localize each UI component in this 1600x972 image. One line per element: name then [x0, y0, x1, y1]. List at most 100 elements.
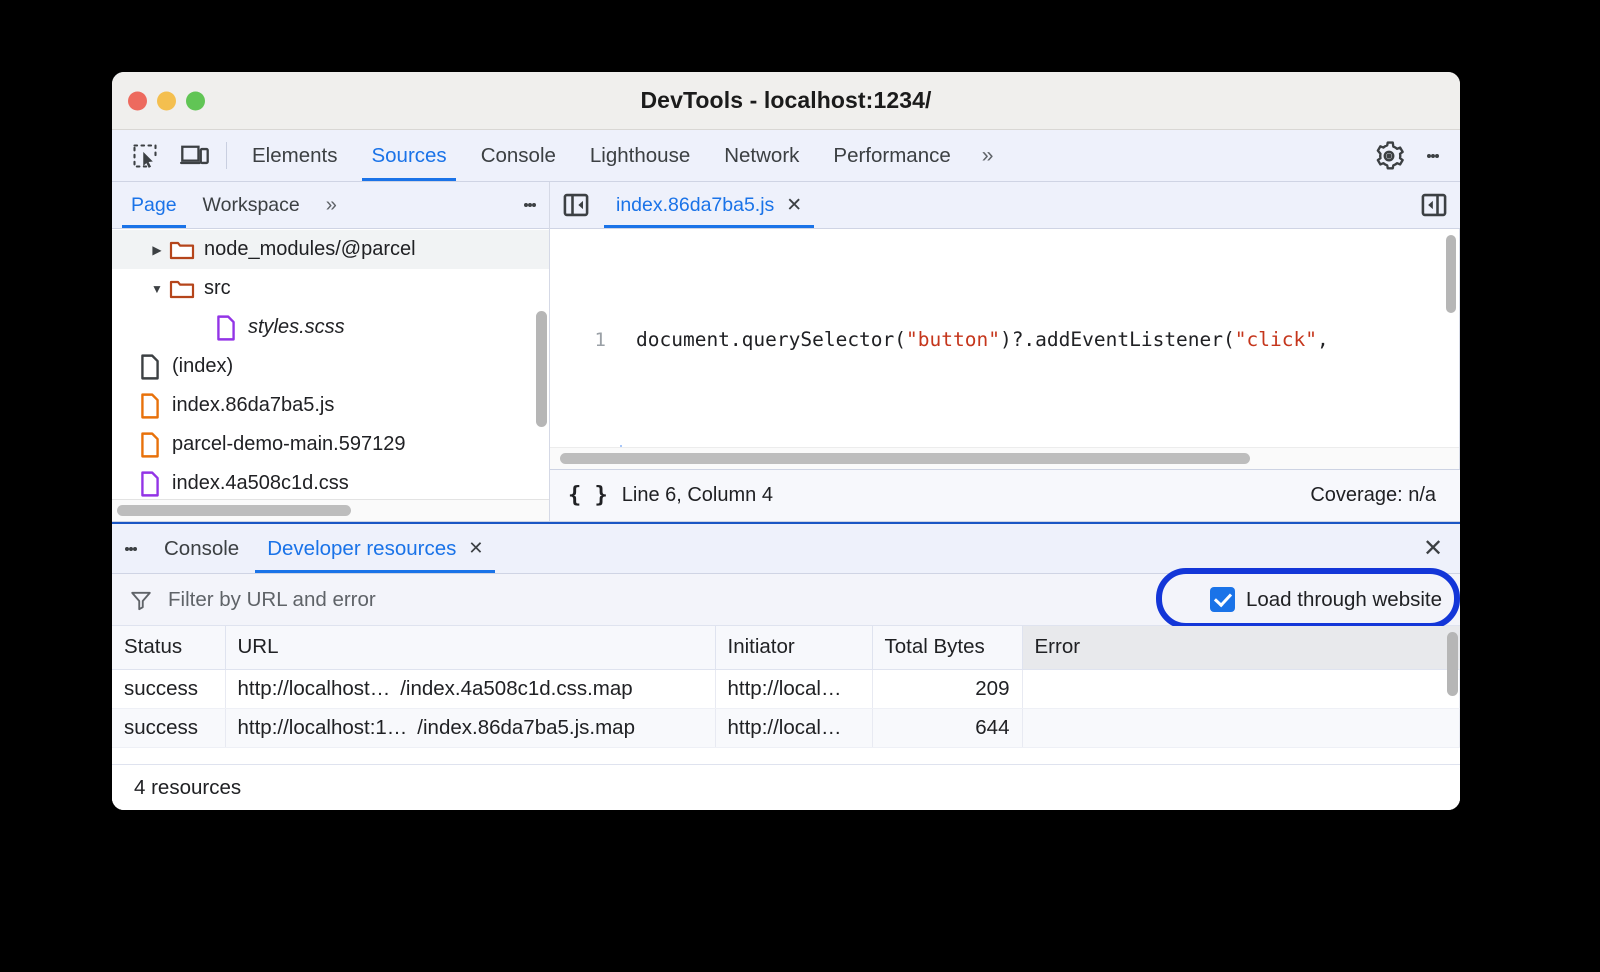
cell-total-bytes: 209	[872, 669, 1022, 708]
device-toolbar-icon[interactable]	[170, 130, 220, 181]
code-content: 1 document.querySelector("button")?.addE…	[550, 229, 1459, 469]
table-row[interactable]: success http://localhost… /index.4a508c1…	[112, 669, 1460, 708]
cell-error	[1022, 669, 1460, 708]
cell-initiator: http://local…	[715, 708, 872, 747]
tree-item-index[interactable]: (index)	[112, 347, 549, 386]
drawer-tabbar-spacer	[497, 524, 1406, 573]
file-tree-horizontal-scrollbar[interactable]	[112, 499, 549, 521]
zoom-window-button[interactable]	[186, 91, 205, 110]
column-header-initiator[interactable]: Initiator	[715, 626, 872, 669]
cell-url: http://localhost… /index.4a508c1d.css.ma…	[225, 669, 715, 708]
tree-item-label: index.86da7ba5.js	[172, 394, 334, 417]
devtools-window: DevTools - localhost:1234/ Elements Sour…	[112, 72, 1460, 810]
resources-summary: 4 resources	[112, 764, 1460, 810]
load-through-website-toggle[interactable]: Load through website	[1210, 587, 1442, 612]
folder-icon	[168, 239, 196, 261]
show-navigator-icon[interactable]	[550, 182, 602, 228]
developer-resources-table: Status URL Initiator Total Bytes Error s…	[112, 626, 1460, 764]
code-token: ,	[1317, 328, 1329, 351]
drawer-tab-label: Developer resources	[267, 537, 456, 561]
drawer-tabbar: Console Developer resources ✕ ✕	[112, 524, 1460, 574]
coverage-status: Coverage: n/a	[1310, 484, 1436, 507]
toolbar-divider	[226, 142, 227, 169]
tab-sources[interactable]: Sources	[354, 130, 463, 181]
close-drawer-icon[interactable]: ✕	[1406, 524, 1460, 573]
tab-console[interactable]: Console	[464, 130, 573, 181]
tab-lighthouse[interactable]: Lighthouse	[573, 130, 707, 181]
tree-item-label: styles.scss	[248, 316, 345, 339]
url-parts: http://localhost… /index.4a508c1d.css.ma…	[238, 677, 703, 701]
tree-item-parcel-demo-main[interactable]: parcel-demo-main.597129	[112, 425, 549, 464]
navigator-pane: Page Workspace » ▶	[112, 182, 550, 521]
nav-more-chevron-icon[interactable]: »	[313, 182, 350, 228]
cell-initiator: http://local…	[715, 669, 872, 708]
tree-item-src[interactable]: ▼ src	[112, 269, 549, 308]
tree-item-index-js[interactable]: index.86da7ba5.js	[112, 386, 549, 425]
close-icon[interactable]: ✕	[786, 194, 802, 217]
navigator-kebab-menu-icon[interactable]	[511, 182, 549, 228]
tab-elements[interactable]: Elements	[235, 130, 354, 181]
url-prefix: http://localhost:1…	[238, 716, 408, 740]
column-header-status[interactable]: Status	[112, 626, 225, 669]
file-tree: ▶ node_modules/@parcel ▼	[112, 229, 549, 499]
drawer-kebab-menu-icon[interactable]	[112, 524, 150, 573]
file-tree-vertical-scrollbar[interactable]	[536, 311, 547, 427]
gear-icon[interactable]	[1364, 141, 1414, 171]
window-titlebar: DevTools - localhost:1234/	[112, 72, 1460, 130]
tab-performance[interactable]: Performance	[816, 130, 967, 181]
close-icon[interactable]: ✕	[468, 538, 483, 559]
tree-item-label: index.4a508c1d.css	[172, 472, 349, 495]
minimize-window-button[interactable]	[157, 91, 176, 110]
editor-tab-index-js[interactable]: index.86da7ba5.js ✕	[602, 182, 816, 228]
url-prefix: http://localhost…	[238, 677, 391, 701]
kebab-menu-icon[interactable]	[1414, 152, 1452, 160]
table-row[interactable]: success http://localhost:1… /index.86da7…	[112, 708, 1460, 747]
drawer-tab-developer-resources[interactable]: Developer resources ✕	[253, 524, 497, 573]
show-debugger-icon[interactable]	[1408, 182, 1460, 228]
tree-item-label: parcel-demo-main.597129	[172, 433, 405, 456]
code-token: "button"	[906, 328, 1000, 351]
cell-status: success	[112, 669, 225, 708]
pretty-print-braces-icon[interactable]: { }	[568, 483, 608, 508]
tree-item-node-modules[interactable]: ▶ node_modules/@parcel	[112, 230, 549, 269]
file-icon	[136, 354, 164, 380]
url-suffix: /index.4a508c1d.css.map	[400, 677, 632, 701]
tree-item-index-css[interactable]: index.4a508c1d.css	[112, 464, 549, 499]
more-tabs-chevron-icon[interactable]: »	[968, 130, 1008, 181]
cell-url: http://localhost:1… /index.86da7ba5.js.m…	[225, 708, 715, 747]
main-toolbar: Elements Sources Console Lighthouse Netw…	[112, 130, 1460, 182]
cell-total-bytes: 644	[872, 708, 1022, 747]
chevron-down-icon[interactable]: ▼	[146, 282, 168, 296]
nav-tab-page[interactable]: Page	[118, 182, 190, 228]
close-window-button[interactable]	[128, 91, 147, 110]
window-title: DevTools - localhost:1234/	[112, 87, 1460, 114]
column-header-total-bytes[interactable]: Total Bytes	[872, 626, 1022, 669]
developer-resources-toolbar: Load through website	[112, 574, 1460, 626]
table-vertical-scrollbar[interactable]	[1447, 632, 1458, 696]
tab-network[interactable]: Network	[707, 130, 816, 181]
column-header-error[interactable]: Error	[1022, 626, 1460, 669]
code-line: 1 document.querySelector("button")?.addE…	[550, 325, 1459, 355]
url-suffix: /index.86da7ba5.js.map	[417, 716, 635, 740]
table-header-row: Status URL Initiator Total Bytes Error	[112, 626, 1460, 669]
file-icon	[136, 393, 164, 419]
code-vertical-scrollbar[interactable]	[1446, 235, 1456, 313]
traffic-lights	[128, 91, 205, 110]
cell-error	[1022, 708, 1460, 747]
load-through-website-checkbox[interactable]	[1210, 587, 1235, 612]
editor-pane: index.86da7ba5.js ✕	[550, 182, 1460, 521]
nav-tab-workspace[interactable]: Workspace	[190, 182, 313, 228]
drawer-panel: Console Developer resources ✕ ✕	[112, 522, 1460, 810]
nav-tabbar-spacer	[350, 182, 511, 228]
cell-status: success	[112, 708, 225, 747]
drawer-tab-console[interactable]: Console	[150, 524, 253, 573]
tree-item-styles-scss[interactable]: styles.scss	[112, 308, 549, 347]
toolbar-spacer	[1007, 130, 1349, 181]
column-header-url[interactable]: URL	[225, 626, 715, 669]
code-editor[interactable]: 1 document.querySelector("button")?.addE…	[550, 229, 1460, 469]
filter-input[interactable]	[166, 587, 1030, 613]
editor-tab-label: index.86da7ba5.js	[616, 194, 774, 217]
inspect-element-icon[interactable]	[120, 130, 170, 181]
code-horizontal-scrollbar[interactable]	[550, 447, 1459, 469]
chevron-right-icon[interactable]: ▶	[146, 243, 168, 257]
